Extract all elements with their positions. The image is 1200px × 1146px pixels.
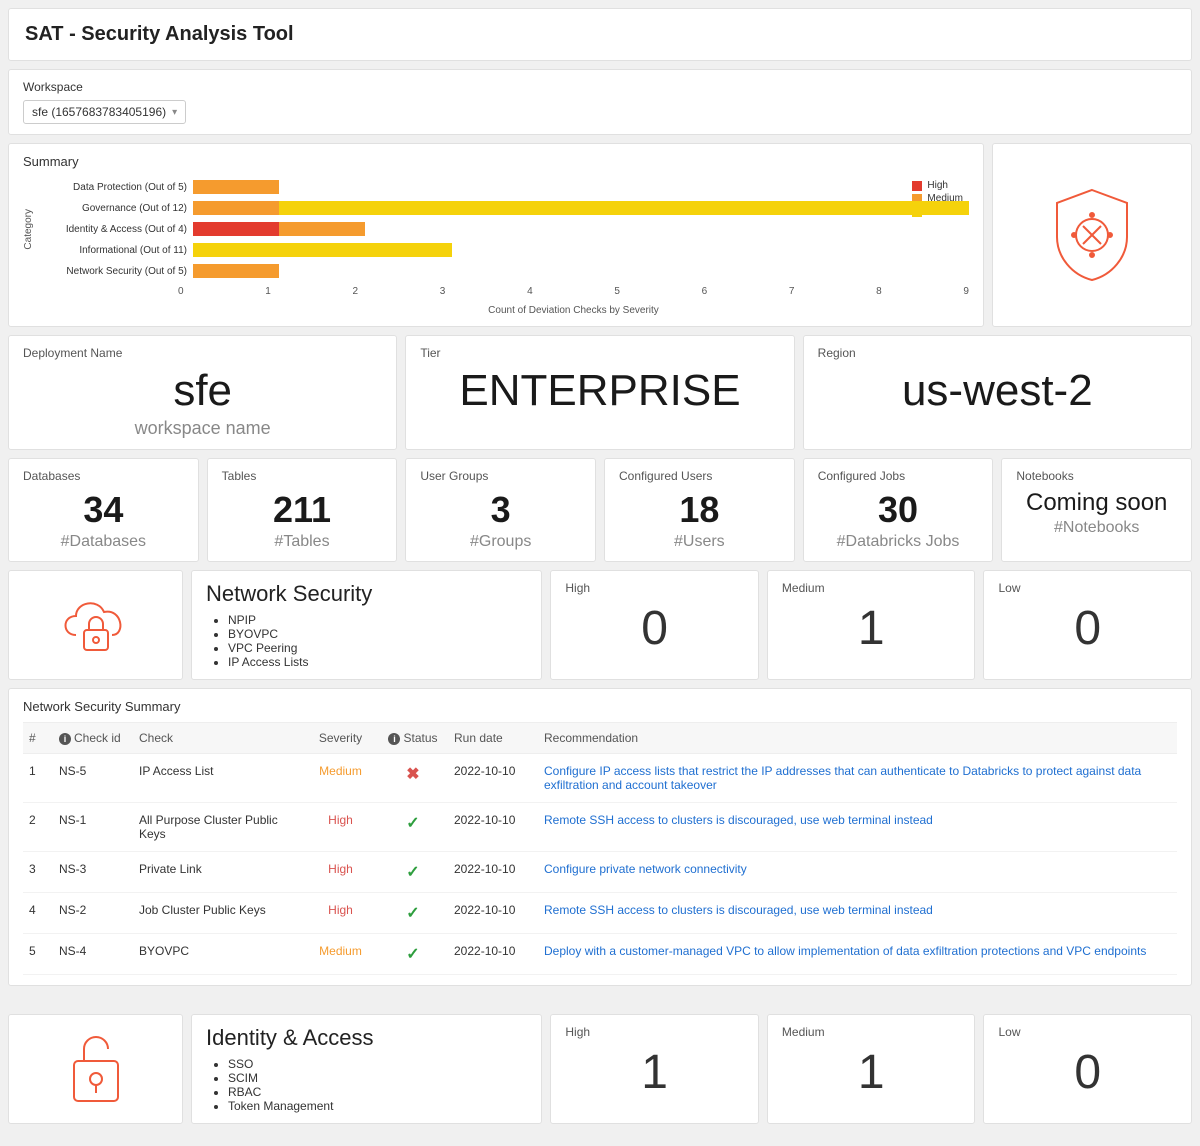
- chart-segment-medium: [279, 222, 365, 236]
- ns-desc-card: Network Security NPIPBYOVPCVPC PeeringIP…: [191, 570, 542, 680]
- deploy-name-value: sfe: [23, 366, 382, 416]
- ns-medium-card: Medium 1: [767, 570, 976, 680]
- chart-segment-high: [193, 222, 279, 236]
- chart-category-label: Network Security (Out of 5): [38, 266, 193, 277]
- ns-item-list: NPIPBYOVPCVPC PeeringIP Access Lists: [206, 613, 527, 669]
- ia-desc-card: Identity & Access SSOSCIMRBACToken Manag…: [191, 1014, 542, 1124]
- table-row[interactable]: 1NS-5IP Access ListMedium✖2022-10-10Conf…: [23, 754, 1177, 803]
- ns-summary-table-card: Network Security Summary # iCheck id Che…: [8, 688, 1192, 986]
- list-item: IP Access Lists: [228, 655, 527, 669]
- col-rundate[interactable]: Run date: [448, 723, 538, 754]
- list-item: NPIP: [228, 613, 527, 627]
- chart-bar: [193, 180, 969, 194]
- users-card: Configured Users 18 #Users: [604, 458, 795, 562]
- open-lock-icon: [66, 1031, 126, 1107]
- ns-table-title: Network Security Summary: [23, 699, 1177, 714]
- table-row[interactable]: 3NS-3Private LinkHigh✓2022-10-10Configur…: [23, 852, 1177, 893]
- recommendation-link[interactable]: Configure IP access lists that restrict …: [538, 754, 1177, 803]
- list-item: SCIM: [228, 1071, 527, 1085]
- workspace-selected-value: sfe (1657683783405196): [32, 105, 166, 119]
- ns-high-card: High 0: [550, 570, 759, 680]
- list-item: BYOVPC: [228, 627, 527, 641]
- page-title-card: SAT - Security Analysis Tool: [8, 8, 1192, 61]
- recommendation-link[interactable]: Deploy with a customer-managed VPC to al…: [538, 934, 1177, 975]
- jobs-card: Configured Jobs 30 #Databricks Jobs: [803, 458, 994, 562]
- page-title: SAT - Security Analysis Tool: [25, 23, 1175, 46]
- tier-card: Tier ENTERPRISE: [405, 335, 794, 450]
- ns-icon-card: [8, 570, 183, 680]
- summary-chart-card: Summary High Medium Low Category Data Pr…: [8, 143, 984, 327]
- region-card: Region us-west-2: [803, 335, 1192, 450]
- tables-card: Tables 211 #Tables: [207, 458, 398, 562]
- shield-icon: [1047, 185, 1137, 285]
- notebooks-card: Notebooks Coming soon #Notebooks: [1001, 458, 1192, 562]
- ns-summary-table: # iCheck id Check Severity iStatus Run d…: [23, 722, 1177, 975]
- col-num[interactable]: #: [23, 723, 53, 754]
- chart-bar: [193, 222, 969, 236]
- ia-section-title: Identity & Access: [206, 1025, 527, 1051]
- chart-segment-low: [279, 201, 969, 215]
- col-severity[interactable]: Severity: [303, 723, 378, 754]
- col-check[interactable]: Check: [133, 723, 303, 754]
- list-item: Token Management: [228, 1099, 527, 1113]
- chart-category-label: Identity & Access (Out of 4): [38, 224, 193, 235]
- chart-bars: Data Protection (Out of 5) Governance (Ou…: [38, 177, 969, 282]
- chart-ylabel: Category: [23, 209, 34, 250]
- list-item: RBAC: [228, 1085, 527, 1099]
- table-row[interactable]: 2NS-1All Purpose Cluster Public KeysHigh…: [23, 803, 1177, 852]
- info-icon: i: [388, 733, 400, 745]
- summary-title: Summary: [23, 154, 969, 169]
- ia-item-list: SSOSCIMRBACToken Management: [206, 1057, 527, 1113]
- chart-category-label: Governance (Out of 12): [38, 203, 193, 214]
- shield-card: [992, 143, 1192, 327]
- chart-category-label: Data Protection (Out of 5): [38, 182, 193, 193]
- list-item: VPC Peering: [228, 641, 527, 655]
- deploy-name-label: Deployment Name: [23, 346, 382, 360]
- chart-bar: [193, 264, 969, 278]
- chart-segment-low: [193, 243, 452, 257]
- ns-low-card: Low 0: [983, 570, 1192, 680]
- chart-bar: [193, 243, 969, 257]
- chart-segment-medium: [193, 180, 279, 194]
- ia-medium-card: Medium 1: [767, 1014, 976, 1124]
- chart-xlabel: Count of Deviation Checks by Severity: [178, 305, 969, 316]
- cloud-lock-icon: [56, 590, 136, 660]
- list-item: SSO: [228, 1057, 527, 1071]
- tier-label: Tier: [420, 346, 779, 360]
- deploy-name-sub: workspace name: [23, 418, 382, 439]
- ns-section-title: Network Security: [206, 581, 527, 607]
- pass-icon: ✓: [406, 815, 419, 832]
- chart-category-label: Informational (Out of 11): [38, 245, 193, 256]
- col-recommendation[interactable]: Recommendation: [538, 723, 1177, 754]
- region-value: us-west-2: [818, 366, 1177, 416]
- ia-high-card: High 1: [550, 1014, 759, 1124]
- pass-icon: ✓: [406, 864, 419, 881]
- ia-low-card: Low 0: [983, 1014, 1192, 1124]
- chevron-down-icon: ▾: [172, 107, 177, 118]
- region-label: Region: [818, 346, 1177, 360]
- col-status[interactable]: iStatus: [378, 723, 448, 754]
- workspace-select[interactable]: sfe (1657683783405196) ▾: [23, 100, 186, 124]
- ia-icon-card: [8, 1014, 183, 1124]
- recommendation-link[interactable]: Remote SSH access to clusters is discour…: [538, 893, 1177, 934]
- usergroups-card: User Groups 3 #Groups: [405, 458, 596, 562]
- tier-value: ENTERPRISE: [420, 366, 779, 416]
- chart-segment-medium: [193, 264, 279, 278]
- pass-icon: ✓: [406, 905, 419, 922]
- chart-segment-medium: [193, 201, 279, 215]
- recommendation-link[interactable]: Configure private network connectivity: [538, 852, 1177, 893]
- pass-icon: ✓: [406, 946, 419, 963]
- table-row[interactable]: 5NS-4BYOVPCMedium✓2022-10-10Deploy with …: [23, 934, 1177, 975]
- col-checkid[interactable]: iCheck id: [53, 723, 133, 754]
- fail-icon: ✖: [406, 766, 419, 783]
- workspace-label: Workspace: [23, 80, 1177, 94]
- deployment-name-card: Deployment Name sfe workspace name: [8, 335, 397, 450]
- chart-x-axis: 0123456789: [178, 286, 969, 297]
- table-row[interactable]: 4NS-2Job Cluster Public KeysHigh✓2022-10…: [23, 893, 1177, 934]
- info-icon: i: [59, 733, 71, 745]
- workspace-selector-card: Workspace sfe (1657683783405196) ▾: [8, 69, 1192, 135]
- recommendation-link[interactable]: Remote SSH access to clusters is discour…: [538, 803, 1177, 852]
- chart-bar: [193, 201, 969, 215]
- databases-card: Databases 34 #Databases: [8, 458, 199, 562]
